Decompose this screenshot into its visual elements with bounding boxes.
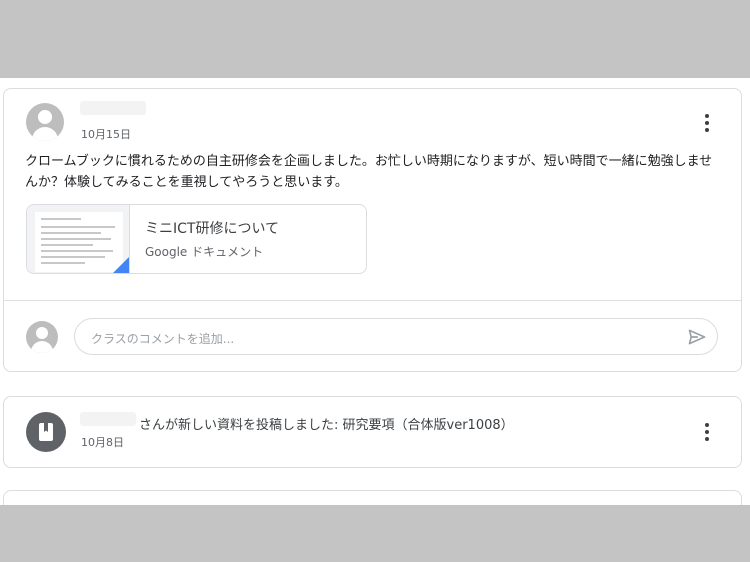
classroom-stream: 10月15日 クロームブックに慣れるための自主研修会を企画しました。お忙しい時期…: [0, 78, 750, 505]
post-body: クロームブックに慣れるための自主研修会を企画しました。お忙しい時期になりますが、…: [25, 154, 713, 190]
next-stream-card: [3, 490, 742, 505]
comment-divider: [4, 300, 741, 301]
poster-name-redacted: [80, 412, 136, 426]
announcement-card: 10月15日 クロームブックに慣れるための自主研修会を企画しました。お忙しい時期…: [3, 88, 742, 372]
attachment-title: ミニICT研修について: [145, 221, 280, 237]
post-date: 10月15日: [81, 128, 131, 141]
author-avatar[interactable]: [26, 103, 64, 141]
docs-corner-icon: [113, 257, 129, 273]
attachment-card[interactable]: ミニICT研修について Google ドキュメント: [26, 204, 367, 274]
post-more-icon[interactable]: [695, 111, 719, 135]
author-name-redacted: [80, 101, 146, 115]
material-notice-card[interactable]: さんが新しい資料を投稿しました: 研究要項（合体版ver1008） 10月8日: [3, 396, 742, 468]
doc-thumbnail-icon: [27, 205, 130, 273]
notice-text: さんが新しい資料を投稿しました: 研究要項（合体版ver1008）: [139, 418, 514, 433]
send-icon[interactable]: [687, 327, 707, 347]
comment-placeholder: クラスのコメントを追加...: [91, 332, 235, 346]
class-comment-input[interactable]: クラスのコメントを追加...: [74, 318, 718, 355]
book-icon: [26, 412, 66, 452]
commenter-avatar: [26, 321, 58, 353]
attachment-type: Google ドキュメント: [145, 245, 264, 259]
notice-date: 10月8日: [81, 436, 124, 449]
notice-more-icon[interactable]: [695, 420, 719, 444]
